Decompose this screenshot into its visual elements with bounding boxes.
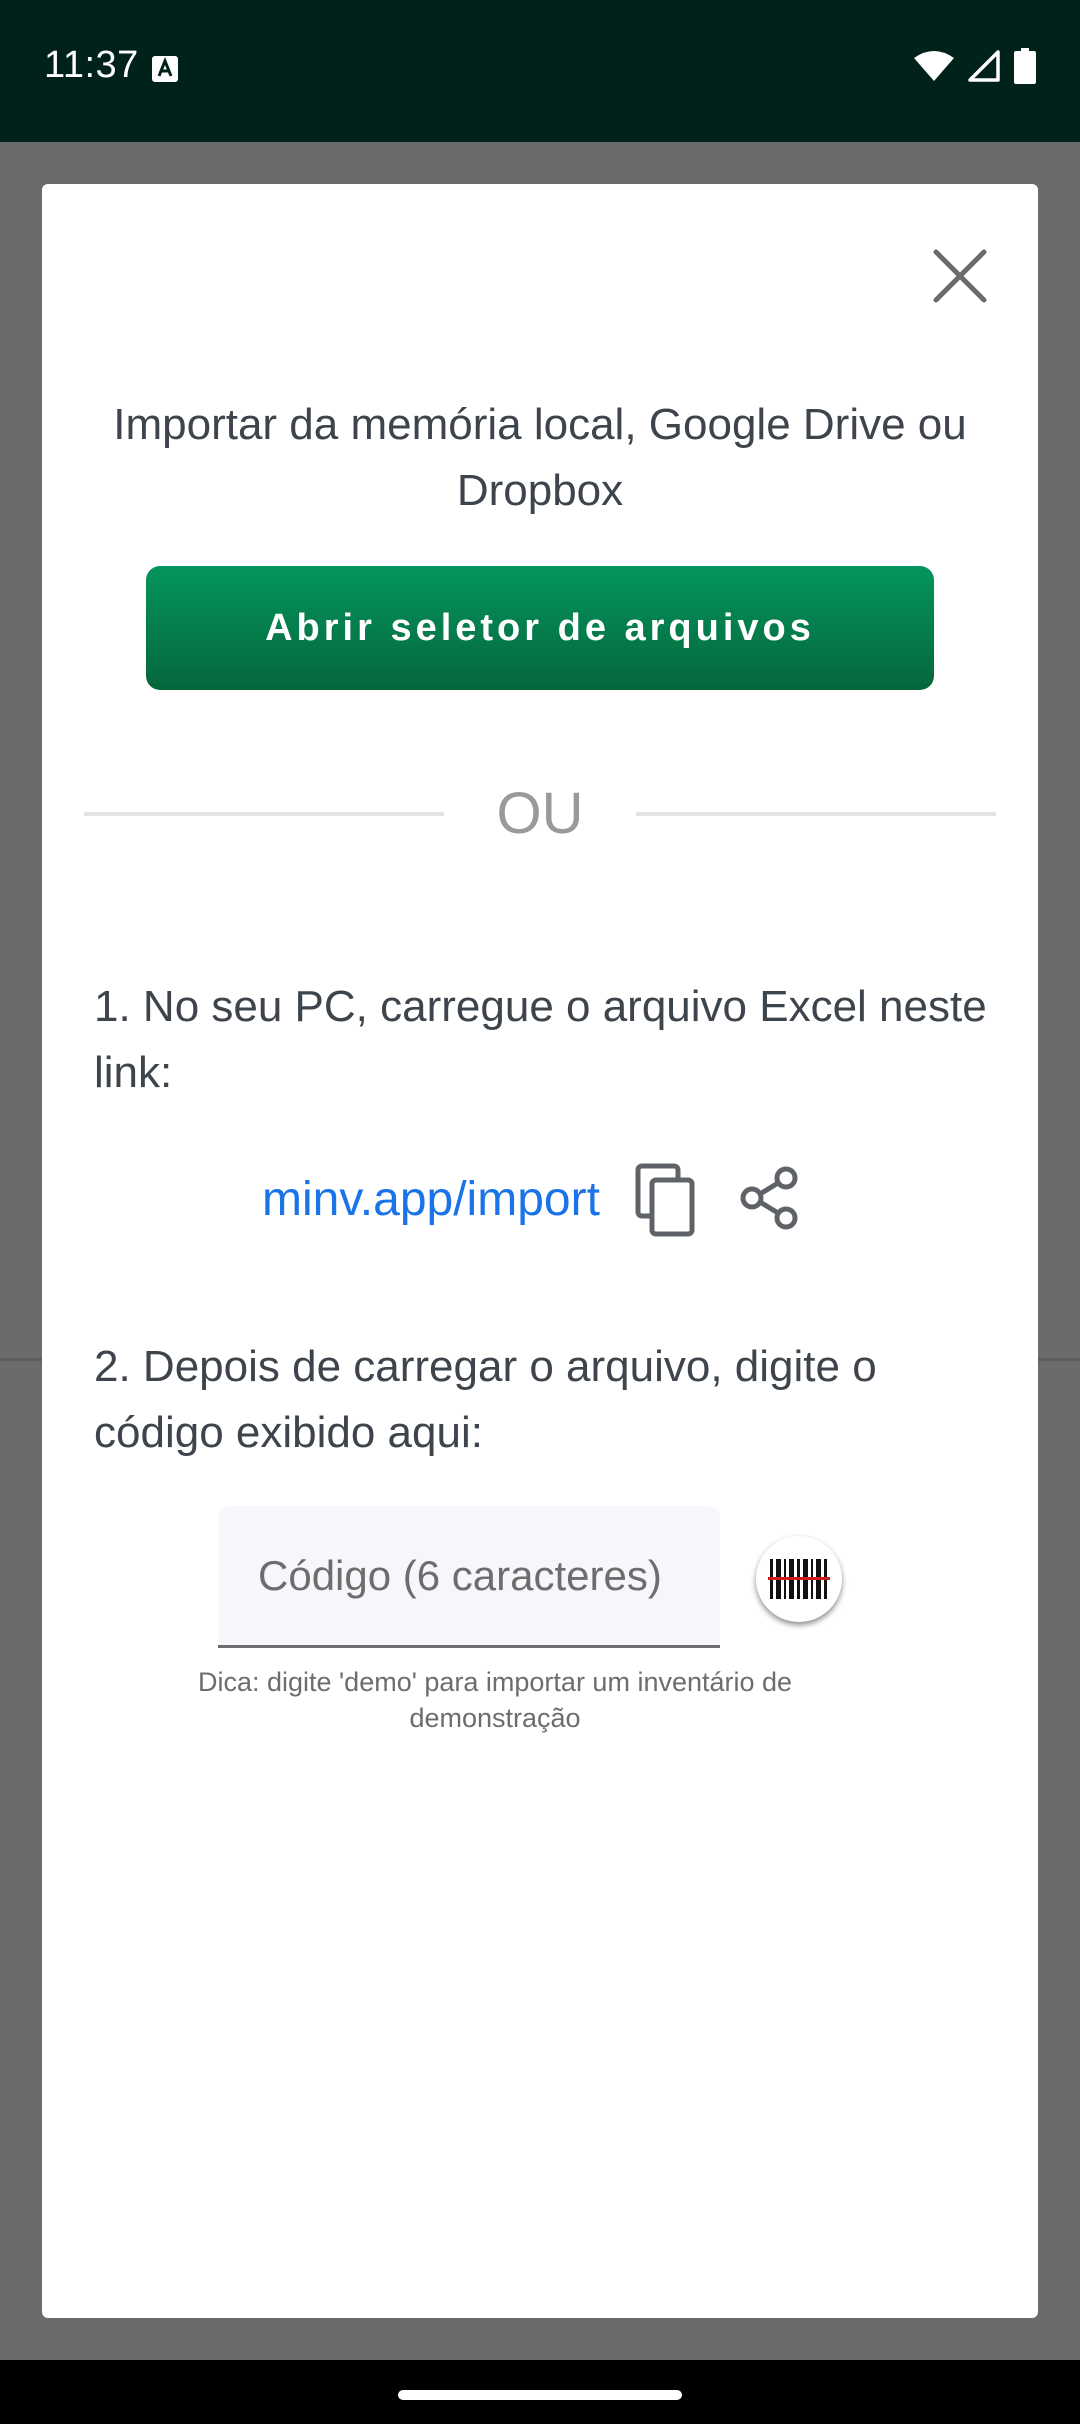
step-1-instruction: 1. No seu PC, carregue o arquivo Excel n… bbox=[94, 982, 987, 1097]
copy-icon bbox=[635, 1163, 695, 1237]
status-bar: 11:37 bbox=[0, 0, 1080, 142]
or-label: OU bbox=[496, 781, 584, 846]
close-button[interactable] bbox=[920, 236, 1000, 316]
battery-icon bbox=[1014, 48, 1036, 84]
keyboard-a-icon bbox=[152, 56, 178, 82]
share-button[interactable] bbox=[738, 1166, 802, 1230]
code-input[interactable] bbox=[218, 1506, 720, 1648]
import-title: Importar da memória local, Google Drive … bbox=[113, 400, 967, 515]
share-icon bbox=[740, 1166, 798, 1230]
cell-signal-icon bbox=[968, 50, 1000, 82]
divider-right bbox=[636, 812, 996, 816]
divider-left bbox=[84, 812, 444, 816]
import-dialog: Importar da memória local, Google Drive … bbox=[42, 184, 1038, 2318]
open-file-picker-button[interactable]: Abrir seletor de arquivos bbox=[146, 566, 934, 690]
step-2-instruction: 2. Depois de carregar o arquivo, digite … bbox=[94, 1342, 877, 1457]
wifi-icon bbox=[914, 51, 954, 81]
home-gesture-handle[interactable] bbox=[398, 2390, 682, 2400]
status-time: 11:37 bbox=[44, 44, 139, 86]
status-icons bbox=[914, 48, 1036, 84]
copy-button[interactable] bbox=[634, 1162, 708, 1238]
import-link[interactable]: minv.app/import bbox=[262, 1170, 600, 1230]
scan-barcode-button[interactable] bbox=[756, 1536, 842, 1622]
navigation-bar bbox=[0, 2360, 1080, 2424]
barcode-scan-icon bbox=[768, 1559, 830, 1599]
close-icon bbox=[933, 249, 987, 303]
demo-hint: Dica: digite 'demo' para importar um inv… bbox=[197, 1667, 793, 1733]
